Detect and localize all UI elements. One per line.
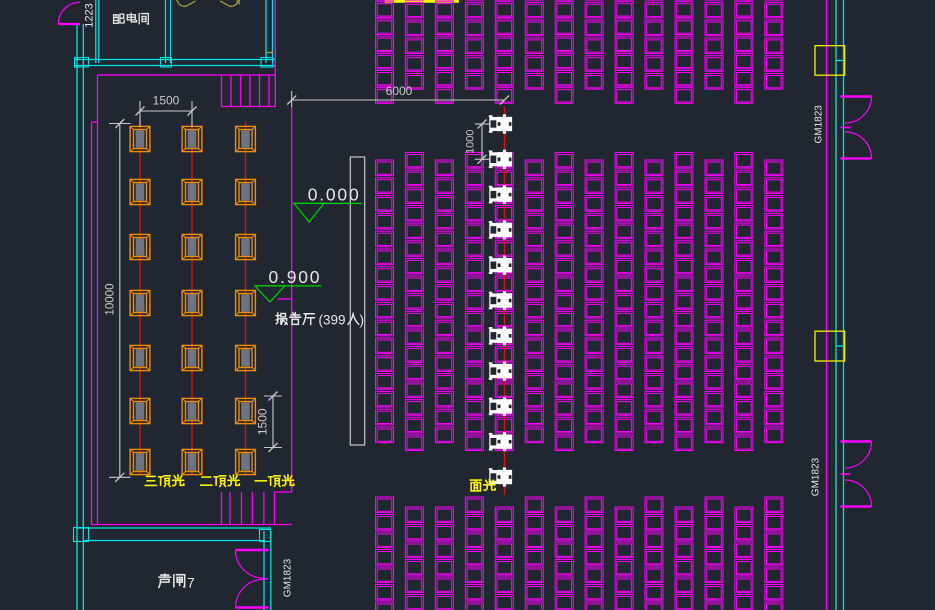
svg-text:GM1823: GM1823 (283, 558, 294, 597)
svg-text:GM1823: GM1823 (814, 105, 825, 144)
svg-text:): ) (360, 313, 365, 328)
svg-text:1223: 1223 (84, 3, 96, 27)
svg-text:1000: 1000 (465, 129, 477, 153)
svg-text:0.000: 0.000 (308, 184, 361, 204)
svg-text:7: 7 (187, 575, 195, 591)
svg-text:0.900: 0.900 (269, 267, 322, 287)
svg-text:10000: 10000 (105, 284, 117, 316)
svg-text:(399: (399 (319, 313, 346, 328)
svg-text:1500: 1500 (256, 408, 270, 435)
svg-text:GM1823: GM1823 (811, 457, 822, 496)
svg-text:6000: 6000 (386, 84, 413, 98)
svg-text:1500: 1500 (153, 94, 180, 108)
